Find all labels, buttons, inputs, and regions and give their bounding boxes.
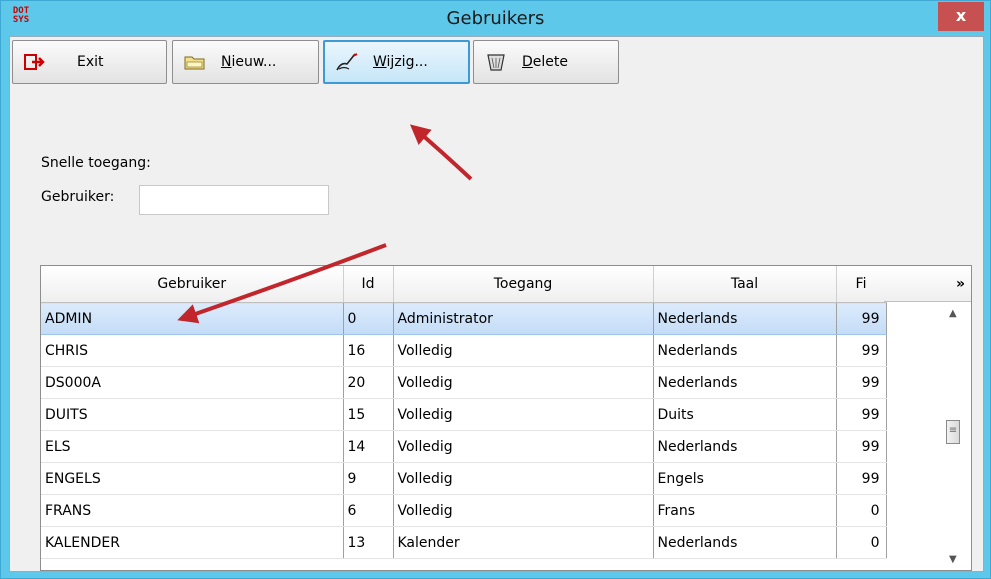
annotation-arrows [177, 124, 473, 324]
annotation-arrow-to-admin [177, 243, 387, 324]
app-window: DOT SYS Gebruikers x Exit Nieuw... Wijzi… [0, 0, 991, 579]
annotation-arrow-to-edit [409, 124, 473, 181]
